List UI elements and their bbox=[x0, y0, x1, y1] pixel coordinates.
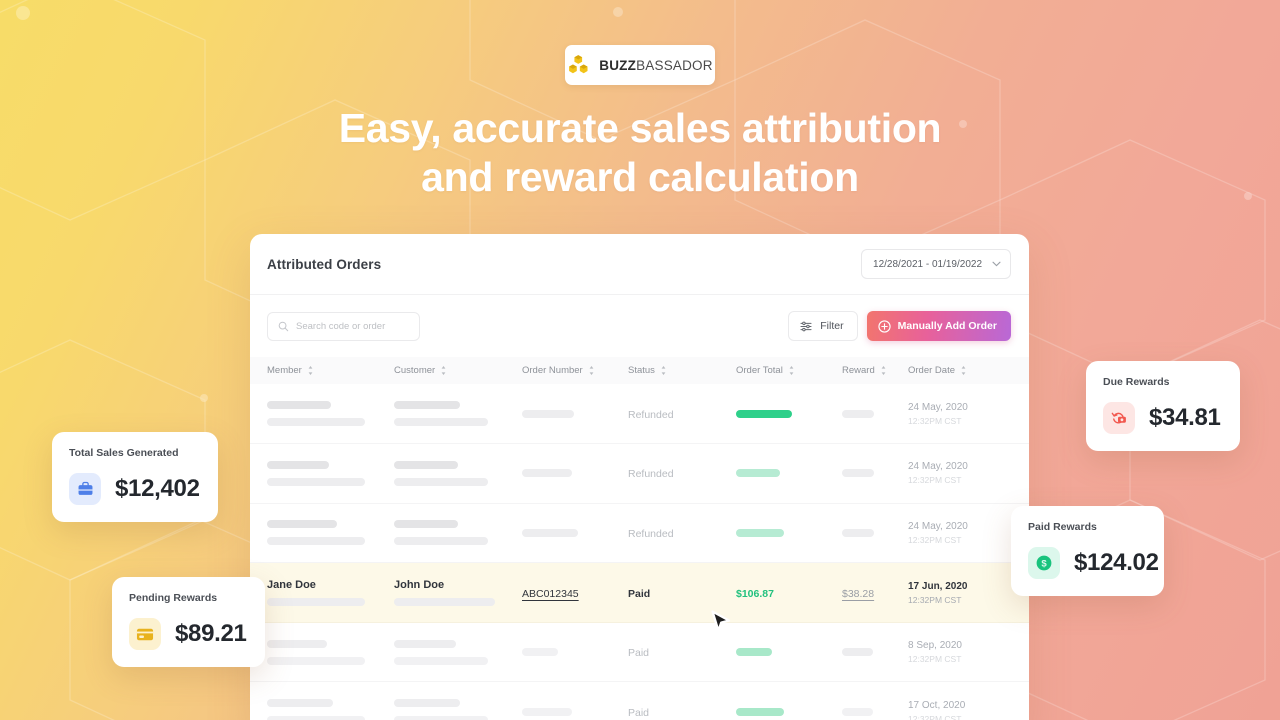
row-time: 12:32PM CST bbox=[908, 654, 962, 665]
search-placeholder: Search code or order bbox=[296, 320, 386, 332]
column-label: Reward bbox=[842, 365, 875, 376]
sort-icon bbox=[441, 366, 446, 375]
column-header-order-date[interactable]: Order Date bbox=[908, 357, 1029, 384]
row-status: Refunded bbox=[628, 468, 674, 481]
column-header-order-number[interactable]: Order Number bbox=[522, 357, 628, 384]
row-time: 12:32PM CST bbox=[908, 713, 962, 720]
orders-table-body: Refunded 24 May, 2020 12:32PM CST Refund… bbox=[250, 384, 1029, 720]
sort-icon bbox=[789, 366, 794, 375]
filter-button-label: Filter bbox=[820, 320, 844, 332]
headline-line-1: Easy, accurate sales attribution bbox=[338, 105, 942, 151]
sort-icon bbox=[881, 366, 886, 375]
toolbar-actions: Filter Manually Add Order bbox=[788, 311, 1011, 341]
column-header-member[interactable]: Member bbox=[250, 357, 394, 384]
sort-icon bbox=[661, 366, 666, 375]
honeycomb-icon bbox=[569, 55, 588, 74]
manually-add-order-button[interactable]: Manually Add Order bbox=[866, 311, 1011, 341]
mouse-pointer-icon bbox=[711, 610, 731, 632]
column-header-status[interactable]: Status bbox=[628, 357, 736, 384]
row-date: 17 Oct, 2020 bbox=[908, 699, 966, 711]
sort-icon bbox=[308, 366, 313, 375]
credit-card-icon bbox=[129, 618, 161, 650]
column-header-order-total[interactable]: Order Total bbox=[736, 357, 842, 384]
column-label: Member bbox=[267, 365, 302, 376]
hero-screenshot: BUZZBASSADOR Easy, accurate sales attrib… bbox=[0, 0, 1280, 720]
sort-icon bbox=[589, 366, 594, 375]
briefcase-icon bbox=[69, 473, 101, 505]
dollar-circle-icon: $ bbox=[1028, 547, 1060, 579]
hero-headline: Easy, accurate sales attribution and rew… bbox=[0, 104, 1280, 202]
sort-icon bbox=[961, 366, 966, 375]
stat-card-label: Due Rewards bbox=[1103, 376, 1170, 388]
column-header-customer[interactable]: Customer bbox=[394, 357, 522, 384]
row-date: 24 May, 2020 bbox=[908, 461, 968, 473]
stat-card-label: Paid Rewards bbox=[1028, 521, 1097, 533]
row-order-number[interactable]: ABC012345 bbox=[522, 588, 579, 600]
row-status: Paid bbox=[628, 587, 651, 600]
column-label: Order Number bbox=[522, 365, 583, 376]
filter-button[interactable]: Filter bbox=[788, 311, 858, 341]
column-header-reward[interactable]: Reward bbox=[842, 357, 908, 384]
plus-circle-icon bbox=[877, 319, 891, 333]
row-time: 12:32PM CST bbox=[908, 594, 962, 605]
money-back-icon bbox=[1103, 402, 1135, 434]
column-label: Status bbox=[628, 365, 655, 376]
stat-card-value: $89.21 bbox=[175, 620, 247, 647]
table-row[interactable]: Refunded 24 May, 2020 12:32PM CST bbox=[250, 503, 1029, 564]
row-customer: John Doe bbox=[394, 579, 445, 592]
filter-sliders-icon bbox=[800, 321, 812, 331]
page-title: Attributed Orders bbox=[267, 256, 382, 272]
row-order-total: $106.87 bbox=[736, 587, 774, 600]
date-range-selector[interactable]: 12/28/2021 - 01/19/2022 bbox=[861, 249, 1011, 279]
date-range-value: 12/28/2021 - 01/19/2022 bbox=[873, 258, 982, 270]
row-status: Refunded bbox=[628, 408, 674, 421]
stat-card-label: Total Sales Generated bbox=[69, 447, 179, 459]
brand-name-bold: BUZZ bbox=[599, 57, 637, 73]
stat-card-due-rewards: Due Rewards $34.81 bbox=[1086, 361, 1240, 451]
row-time: 12:32PM CST bbox=[908, 475, 962, 486]
row-reward[interactable]: $38.28 bbox=[842, 588, 874, 600]
row-status: Paid bbox=[628, 647, 650, 660]
search-input[interactable]: Search code or order bbox=[267, 311, 420, 341]
manually-add-order-label: Manually Add Order bbox=[897, 320, 997, 332]
brand-name-light: BASSADOR bbox=[636, 57, 713, 73]
stat-card-total-sales: Total Sales Generated $12,402 bbox=[52, 432, 218, 522]
brand-name: BUZZBASSADOR bbox=[599, 58, 712, 73]
chevron-down-icon bbox=[992, 261, 1001, 267]
dashboard-card: Attributed Orders 12/28/2021 - 01/19/202… bbox=[250, 234, 1029, 720]
table-row[interactable]: Paid 17 Oct, 2020 12:32PM CST bbox=[250, 681, 1029, 720]
column-label: Order Date bbox=[908, 365, 955, 376]
table-header-row: Member Customer Order Number Status Orde… bbox=[250, 357, 1029, 384]
stat-card-pending-rewards: Pending Rewards $89.21 bbox=[112, 577, 265, 667]
column-label: Order Total bbox=[736, 365, 783, 376]
table-row-selected[interactable]: Jane Doe John Doe ABC012345 Paid $106.87… bbox=[250, 562, 1029, 623]
brand-logo: BUZZBASSADOR bbox=[565, 45, 715, 85]
stat-card-value: $12,402 bbox=[115, 475, 200, 502]
search-icon bbox=[278, 321, 289, 331]
table-row[interactable]: Refunded 24 May, 2020 12:32PM CST bbox=[250, 384, 1029, 445]
orders-table: Member Customer Order Number Status Orde… bbox=[250, 357, 1029, 720]
column-label: Customer bbox=[394, 365, 436, 376]
svg-text:$: $ bbox=[1041, 559, 1047, 570]
stat-card-paid-rewards: Paid Rewards $ $124.02 bbox=[1011, 506, 1164, 596]
stat-card-value: $124.02 bbox=[1074, 549, 1159, 576]
headline-line-2: and reward calculation bbox=[421, 154, 859, 200]
stat-card-label: Pending Rewards bbox=[129, 592, 218, 604]
row-date: 8 Sep, 2020 bbox=[908, 640, 962, 652]
table-row[interactable]: Paid 8 Sep, 2020 12:32PM CST bbox=[250, 622, 1029, 683]
table-row[interactable]: Refunded 24 May, 2020 12:32PM CST bbox=[250, 443, 1029, 504]
table-toolbar: Search code or order Filter Manually Add… bbox=[250, 295, 1029, 357]
row-time: 12:32PM CST bbox=[908, 415, 962, 426]
row-date: 24 May, 2020 bbox=[908, 401, 968, 413]
row-status: Refunded bbox=[628, 527, 674, 540]
dashboard-header: Attributed Orders 12/28/2021 - 01/19/202… bbox=[250, 234, 1029, 295]
row-member: Jane Doe bbox=[267, 579, 316, 592]
row-status: Paid bbox=[628, 706, 650, 719]
stat-card-value: $34.81 bbox=[1149, 404, 1221, 431]
